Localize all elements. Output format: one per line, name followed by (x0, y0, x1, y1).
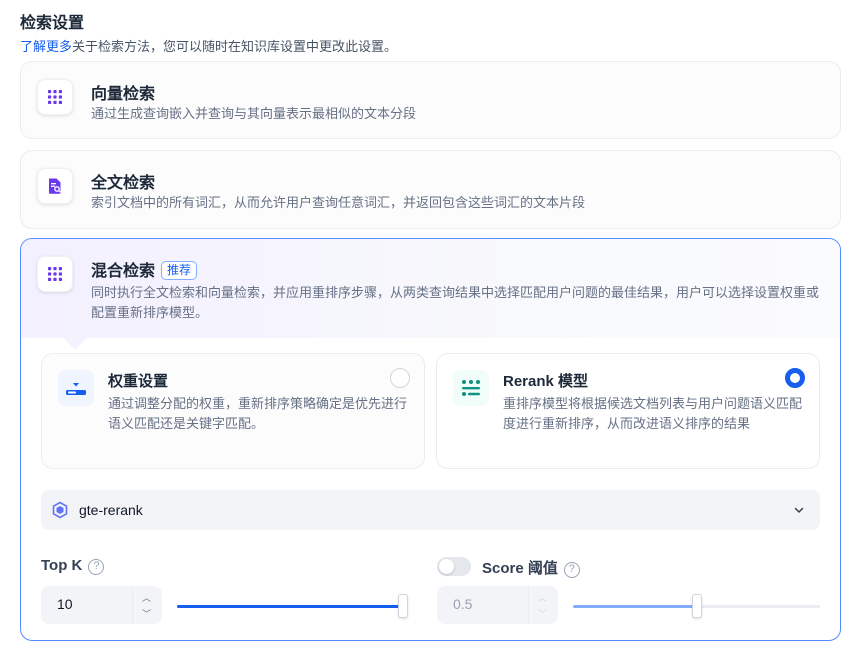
hybrid-search-title-text: 混合检索 (91, 263, 156, 280)
selected-model-name: gte-rerank (79, 502, 143, 518)
chevron-down-icon[interactable]: ﹀ (142, 607, 151, 620)
top-k-stepper-arrows[interactable]: ︿ ﹀ (132, 586, 162, 624)
chevron-down-icon[interactable] (792, 503, 806, 522)
grid-dots-icon (37, 79, 73, 115)
weight-settings-title: 权重设置 (108, 373, 169, 390)
top-k-slider-fill (177, 605, 403, 608)
toggle-knob (439, 559, 454, 574)
rerank-model-select[interactable]: gte-rerank (41, 490, 820, 530)
score-threshold-label: Score 阈值? (482, 557, 580, 578)
hybrid-search-description: 同时执行全文检索和向量检索，并应用重排序步骤，从两类查询结果中选择匹配用户问题的… (91, 285, 820, 320)
chevron-down-icon[interactable]: ﹀ (538, 607, 547, 620)
score-threshold-stepper[interactable]: 0.5 ︿ ﹀ (437, 586, 558, 624)
model-provider-icon (51, 501, 69, 524)
rerank-icon (453, 370, 489, 406)
rerank-model-description: 重排序模型将根据候选文档列表与用户问题语义匹配度进行重新排序，从而改进语义排序的… (503, 396, 803, 431)
score-threshold-stepper-arrows[interactable]: ︿ ﹀ (528, 586, 558, 624)
fulltext-search-title: 全文检索 (91, 175, 156, 192)
subtitle-text: 关于检索方法，您可以随时在知识库设置中更改此设置。 (72, 39, 398, 54)
top-k-stepper[interactable]: 10 ︿ ﹀ (41, 586, 162, 624)
rerank-model-option[interactable]: Rerank 模型 重排序模型将根据候选文档列表与用户问题语义匹配度进行重新排序… (436, 353, 820, 469)
top-k-label: Top K? (41, 557, 105, 575)
vector-search-title: 向量检索 (91, 86, 156, 103)
vector-search-description: 通过生成查询嵌入并查询与其向量表示最相似的文本分段 (91, 106, 417, 121)
weight-settings-description: 通过调整分配的权重，重新排序策略确定是优先进行语义匹配还是关键字匹配。 (108, 396, 408, 431)
score-threshold-label-text: Score 阈值 (482, 560, 558, 577)
page-title: 检索设置 (20, 15, 85, 32)
top-k-label-text: Top K (41, 557, 83, 574)
score-threshold-value: 0.5 (453, 596, 473, 612)
score-threshold-toggle[interactable] (437, 557, 471, 576)
help-icon[interactable]: ? (88, 559, 105, 575)
top-k-value: 10 (57, 596, 73, 612)
grid-dots-icon (37, 256, 73, 292)
fulltext-search-option[interactable]: 全文检索 索引文档中的所有词汇，从而允许用户查询任意词汇，并返回包含这些词汇的文… (20, 150, 841, 229)
weight-settings-radio[interactable] (390, 368, 410, 388)
rerank-model-radio[interactable] (785, 368, 805, 388)
learn-more-link[interactable]: 了解更多 (20, 39, 72, 54)
rerank-model-title: Rerank 模型 (503, 373, 589, 390)
score-threshold-slider-fill (573, 605, 697, 608)
top-k-slider[interactable] (177, 594, 408, 618)
score-threshold-slider[interactable] (573, 594, 820, 618)
weight-settings-option[interactable]: 权重设置 通过调整分配的权重，重新排序策略确定是优先进行语义匹配还是关键字匹配。 (41, 353, 425, 469)
help-icon[interactable]: ? (563, 562, 580, 578)
hybrid-search-option[interactable]: 混合检索 推荐 同时执行全文检索和向量检索，并应用重排序步骤，从两类查询结果中选择… (20, 238, 841, 641)
chevron-up-icon[interactable]: ︿ (538, 591, 547, 604)
recommended-badge: 推荐 (161, 261, 198, 280)
weight-icon (58, 370, 94, 406)
score-threshold-slider-handle[interactable] (691, 594, 702, 618)
fulltext-search-description: 索引文档中的所有词汇，从而允许用户查询任意词汇，并返回包含这些词汇的文本片段 (91, 195, 586, 210)
chevron-up-icon[interactable]: ︿ (142, 591, 151, 604)
hybrid-search-title: 混合检索 推荐 (91, 257, 198, 281)
vector-search-option[interactable]: 向量检索 通过生成查询嵌入并查询与其向量表示最相似的文本分段 (20, 61, 841, 139)
top-k-slider-handle[interactable] (398, 594, 408, 618)
document-search-icon (37, 168, 73, 204)
page-subtitle: 了解更多关于检索方法，您可以随时在知识库设置中更改此设置。 (20, 36, 397, 55)
